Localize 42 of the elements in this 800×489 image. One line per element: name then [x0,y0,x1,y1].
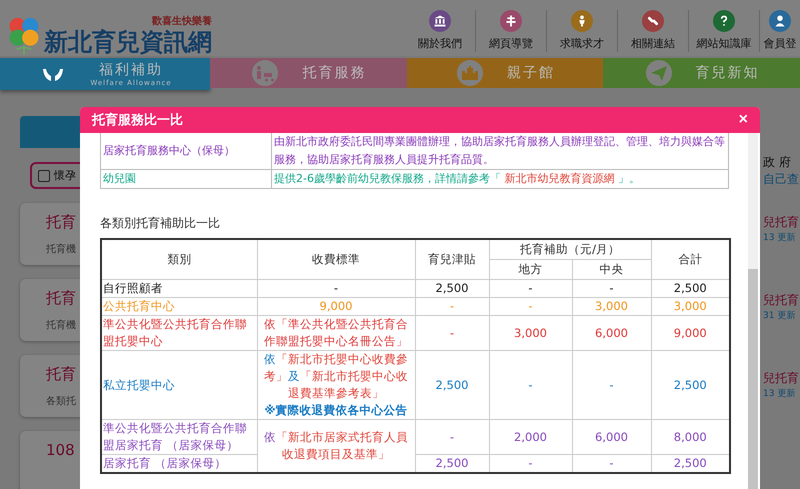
table-cell: - [489,298,572,316]
table-cell: 私立托嬰中心 [101,350,257,420]
column-header: 托育補助（元/月） [489,239,651,260]
column-header: 收費標準 [257,239,415,280]
table-cell: 幼兒園 [100,170,272,188]
section-title: 各類別托育補助比一比 [100,215,221,232]
table-cell: 6,000 [572,316,651,350]
table-cell: - [415,420,489,454]
column-header: 地方 [489,260,572,280]
table-cell: - [489,350,572,420]
update-date: 13 更新 [763,388,796,400]
table-cell: - [257,280,415,298]
table-cell: 自行照顧者 [101,280,257,298]
table-cell: 依「新北市托嬰中心收費參考」及「新北市托嬰中心收退費基準參考表」 ※實際收退費依各中心公告 [257,350,415,420]
table-cell: 2,500 [415,280,489,298]
table-cell: 2,500 [415,350,489,420]
column-header: 育兒津貼 [415,239,489,280]
table-cell: 9,000 [257,298,415,316]
update-date: 13 更新 [763,232,796,244]
table-cell: 依「準公共化暨公共托育合作聯盟托嬰中心名冊公告」 [257,316,415,350]
side-heading: 政 府 [763,154,792,171]
table-cell: 準公共化暨公共托育合作聯盟居家托育 （居家保母） [101,420,257,454]
table-cell: 居家托育服務中心（保母） [100,133,272,170]
table-cell: 由新北市政府委託民間專業團體辦理，協助居家托育服務人員辦理登記、管理、培力與媒合等服務，協助居家托育服務人員提升托育品質。 [272,133,728,170]
table-cell: 依「新北市居家式托育人員收退費項目及基準」 [257,420,415,473]
update-date: 31 更新 [763,310,796,322]
table-cell: - [415,298,489,316]
table-cell: 3,000 [572,298,651,316]
table-cell: 6,000 [572,420,651,454]
logo-tagline: 歡喜生快樂養 [152,14,212,28]
modal-title: 托育服務比一比 [92,112,183,129]
table-cell: - [489,280,572,298]
site-title: 新北育兒資訊網 [44,28,212,56]
table-cell: 2,000 [489,420,572,454]
table-cell: - [415,316,489,350]
table-cell: 準公共化暨公共托育合作聯盟托嬰中心 [101,316,257,350]
table-cell: 3,000 [489,316,572,350]
table-cell: 公共托育中心 [101,298,257,316]
table-cell: - [572,350,651,420]
table-cell: - [572,280,651,298]
column-header: 類別 [101,239,257,280]
table-cell: 提供2-6歲學齡前幼兒教保服務，詳情請參考「 新北市幼兒教育資源網 」。 [272,170,728,188]
